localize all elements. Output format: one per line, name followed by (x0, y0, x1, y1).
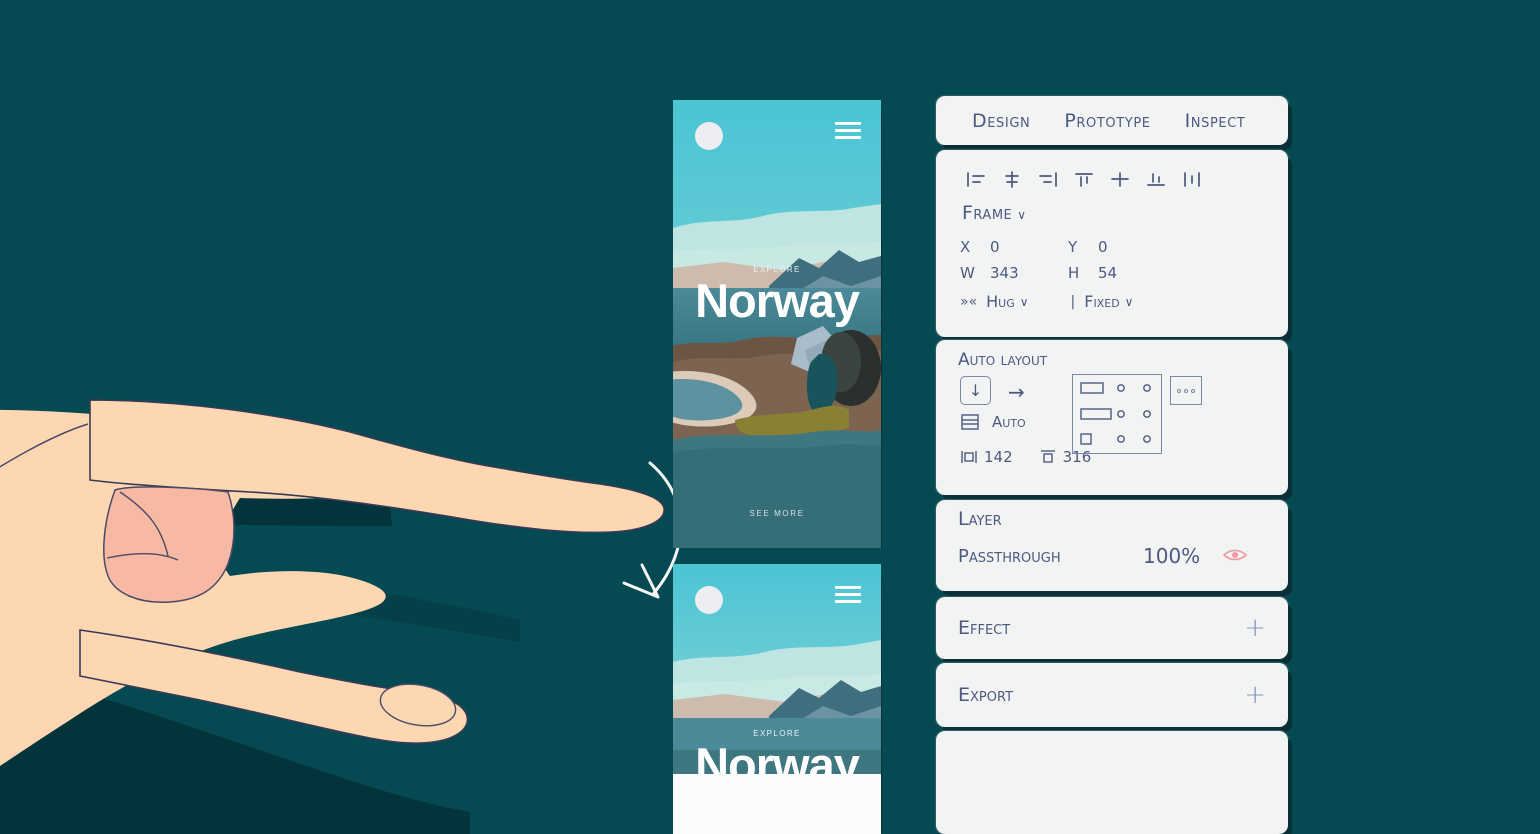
align-vertical-center-icon[interactable] (1102, 166, 1138, 192)
export-panel: Export + (936, 663, 1288, 727)
distribute-icon[interactable] (1174, 166, 1210, 192)
effect-panel: Effect + (936, 597, 1288, 659)
h-value[interactable]: 54 (1098, 264, 1176, 282)
tab-prototype[interactable]: Prototype (1064, 110, 1150, 132)
layer-title: Layer (958, 508, 1002, 530)
align-bottom-icon[interactable] (1138, 166, 1174, 192)
horizontal-padding-control[interactable]: 142 (960, 448, 1013, 466)
mockup-top[interactable]: EXPLORE Norway SEE MORE (673, 100, 881, 548)
sun-icon (695, 122, 723, 150)
horizontal-direction-button[interactable]: → (1008, 380, 1025, 404)
empty-panel (936, 731, 1288, 834)
horizontal-padding-value: 142 (984, 448, 1013, 466)
more-options-icon[interactable] (1170, 376, 1202, 405)
arrow-right-icon: → (1008, 380, 1025, 404)
h-label: H (1068, 264, 1080, 282)
w-value[interactable]: 343 (990, 264, 1068, 282)
chevron-down-icon: ∨ (1017, 208, 1027, 222)
tab-inspect[interactable]: Inspect (1185, 110, 1246, 132)
mockup-top-cta[interactable]: SEE MORE (673, 509, 881, 518)
effect-title: Effect (958, 617, 1011, 639)
spacing-value: Auto (992, 413, 1026, 431)
x-value[interactable]: 0 (990, 238, 1068, 256)
frame-type-label: Frame (962, 202, 1013, 224)
opacity-value[interactable]: 100% (1143, 544, 1200, 568)
alignment-grid-icon[interactable] (1072, 374, 1162, 454)
horizontal-padding-icon (961, 451, 977, 463)
export-title: Export (958, 684, 1014, 706)
resizing-controls: »« Hug ∨ | Fixed ∨ (960, 292, 1175, 311)
align-horizontal-center-icon[interactable] (994, 166, 1030, 192)
auto-layout-panel: Auto layout ↓ → Auto 142 316 (936, 340, 1288, 495)
layer-panel: Layer Passthrough 100% (936, 500, 1288, 591)
arrow-down-icon: ↓ (968, 381, 983, 400)
sun-icon (695, 586, 723, 614)
alignment-toolbar (936, 150, 1288, 192)
w-label: W (960, 264, 975, 282)
mockup-top-title: Norway (695, 274, 860, 327)
horizontal-resize-label: Hug (986, 292, 1015, 311)
add-effect-button[interactable]: + (1244, 615, 1266, 641)
y-label: Y (1068, 238, 1078, 256)
blend-mode-dropdown[interactable]: Passthrough (958, 546, 1143, 567)
tab-bar: Design Prototype Inspect (936, 96, 1288, 145)
position-size-fields: X 0 Y 0 W 343 H 54 (960, 238, 1260, 290)
align-top-icon[interactable] (1066, 166, 1102, 192)
x-label: X (960, 238, 971, 256)
vertical-direction-button[interactable]: ↓ (960, 376, 991, 405)
hamburger-menu-icon[interactable] (835, 586, 861, 604)
y-value[interactable]: 0 (1098, 238, 1176, 256)
frame-type-dropdown[interactable]: Frame ∨ (962, 202, 1027, 224)
add-export-button[interactable]: + (1244, 682, 1266, 708)
eye-icon[interactable] (1222, 547, 1248, 566)
align-left-icon[interactable] (958, 166, 994, 192)
horizontal-resizing-dropdown[interactable]: »« Hug ∨ (960, 292, 1029, 311)
spacing-control[interactable]: Auto (960, 412, 1026, 432)
vertical-resize-label: Fixed (1084, 292, 1120, 311)
tab-design[interactable]: Design (972, 110, 1030, 132)
horizontal-resize-icon: »« (960, 293, 978, 310)
vertical-resizing-dropdown[interactable]: | Fixed ∨ (1071, 292, 1134, 311)
vertical-padding-icon (1040, 450, 1055, 463)
frame-properties-panel: Frame ∨ X 0 Y 0 W 343 H 54 »« Hug ∨ | Fix… (936, 150, 1288, 337)
mockup-bottom-content-area (673, 774, 881, 834)
mockup-bottom[interactable]: EXPLORE Norway (673, 564, 881, 834)
auto-layout-title: Auto layout (958, 350, 1048, 370)
chevron-down-icon: ∨ (1019, 294, 1029, 309)
hamburger-menu-icon[interactable] (835, 122, 861, 140)
align-right-icon[interactable] (1030, 166, 1066, 192)
spacing-icon (961, 414, 979, 430)
chevron-down-icon: ∨ (1124, 294, 1134, 309)
vertical-resize-icon: | (1070, 293, 1076, 310)
